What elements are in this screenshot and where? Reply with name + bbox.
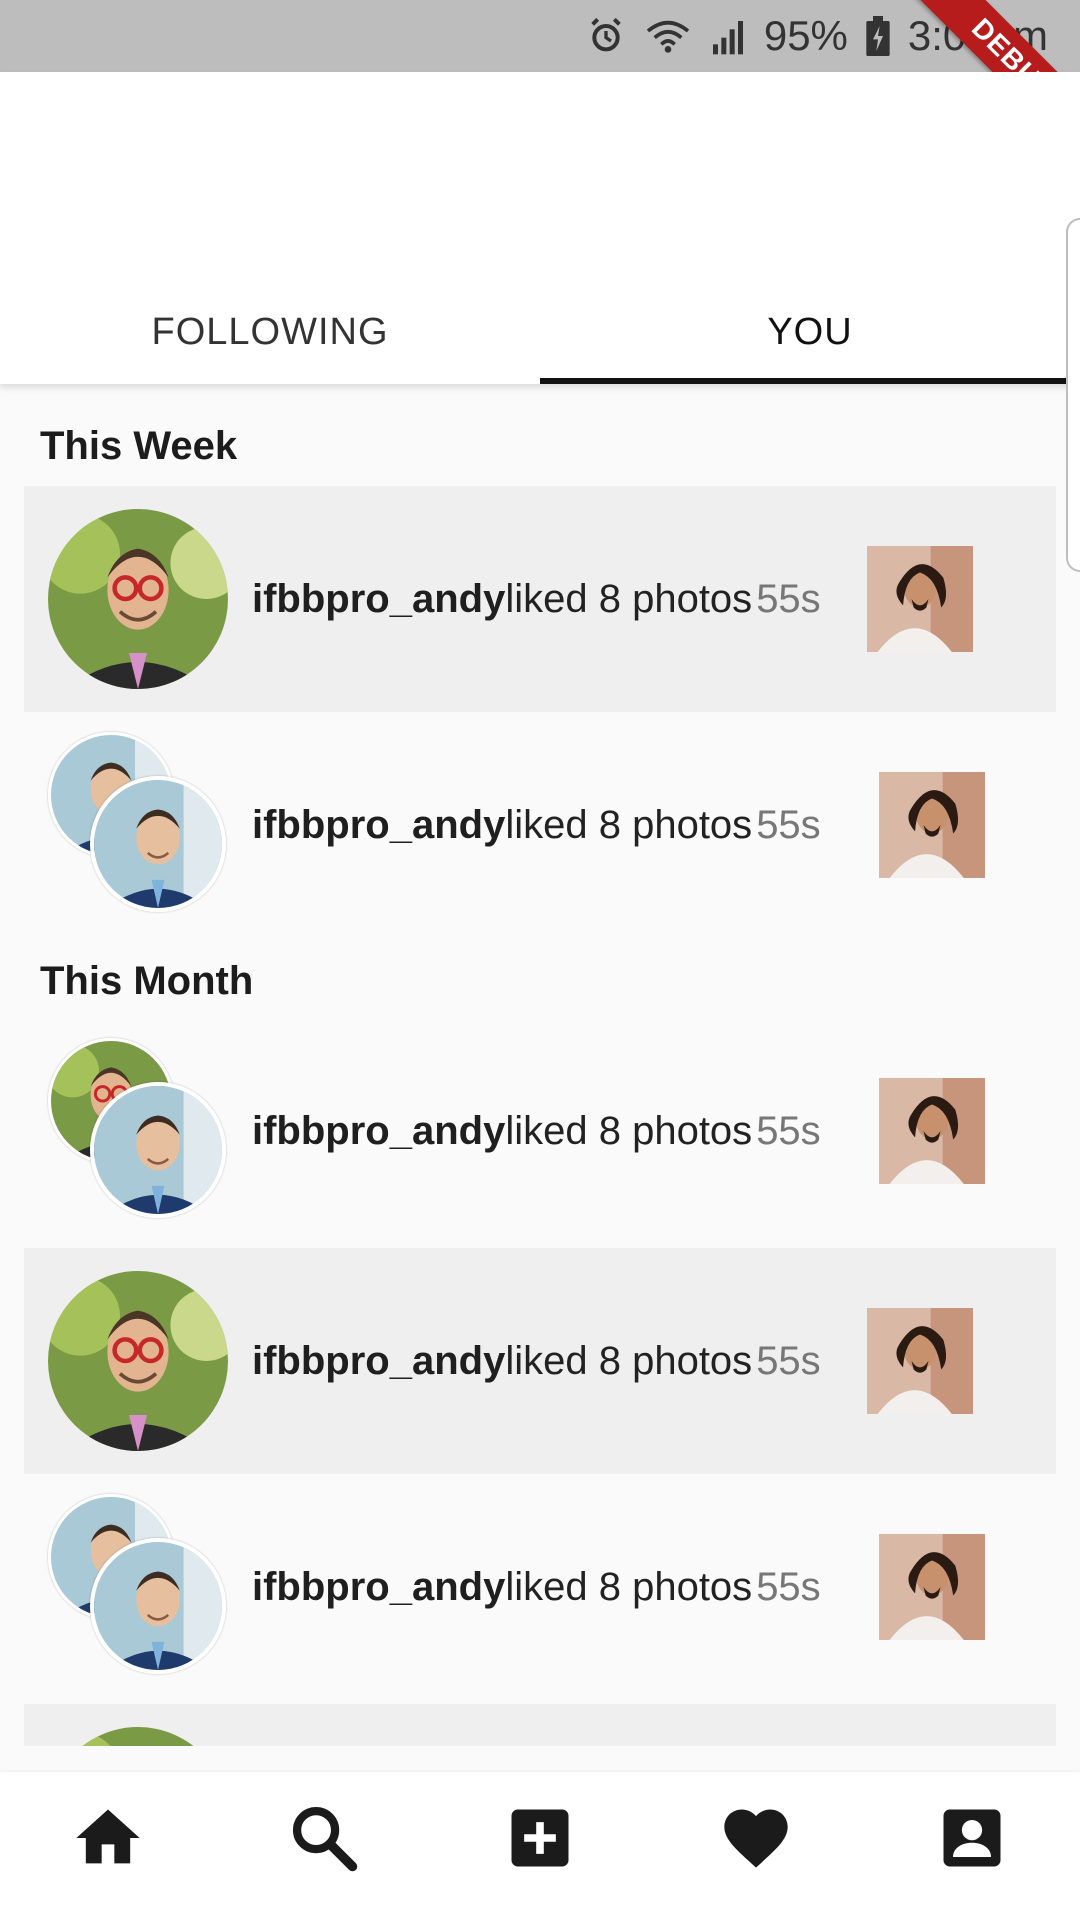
search-icon[interactable] [286,1800,362,1876]
notification-row[interactable]: ifbbpro_andy liked 8 photos 55s [24,712,1056,938]
notification-text: ifbbpro_andy liked 8 photos 55s [252,1248,821,1474]
avatar [90,776,226,912]
activity-feed[interactable]: This Week ifbbpro_andy liked 8 photos 55s [0,384,1080,1746]
notification-text: ifbbpro_andy liked 8 photos 55s [252,712,821,938]
photo-thumbnail[interactable] [879,772,985,878]
avatar[interactable] [48,509,228,689]
status-bar: 95% 3:04pm [0,0,1080,72]
photo-thumbnail[interactable] [867,1308,973,1414]
notification-row[interactable]: ifbbpro_andy liked 8 photos 55s [24,1248,1056,1474]
notification-username[interactable]: ifbbpro_andy [252,1109,505,1154]
notification-time: 55s [756,576,821,621]
notification-username[interactable]: ifbbpro_andy [252,803,505,848]
notification-username[interactable]: ifbbpro_andy [252,577,505,622]
notification-action: liked 8 photos [505,1338,753,1383]
avatar-stack[interactable] [48,1038,228,1218]
avatar [90,1082,226,1218]
wifi-icon [644,16,692,56]
avatar-stack[interactable] [48,1494,228,1674]
notification-text: ifbbpro_andy liked 8 photos 55s [252,486,821,712]
photo-thumbnail[interactable] [879,1534,985,1640]
app-header: FOLLOWING YOU [0,72,1080,384]
notification-action: liked 8 photos [505,576,753,621]
notification-row[interactable]: ifbbpro_andy liked 8 photos 55s [24,1018,1056,1244]
notification-row-partial[interactable] [24,1704,1056,1746]
home-icon[interactable] [70,1800,146,1876]
tab-you[interactable]: YOU [540,302,1080,384]
notification-row[interactable]: ifbbpro_andy liked 8 photos 55s [24,486,1056,712]
battery-percent: 95% [763,12,848,59]
notification-username[interactable]: ifbbpro_andy [252,1339,505,1384]
notification-time: 55s [756,802,821,847]
alarm-icon [586,16,626,56]
notification-time: 55s [756,1108,821,1153]
notification-text: ifbbpro_andy liked 8 photos 55s [252,1018,821,1244]
account-box-icon[interactable] [934,1800,1010,1876]
notification-time: 55s [756,1338,821,1383]
heart-icon[interactable] [718,1800,794,1876]
avatar [48,1727,228,1746]
battery-charging-icon [866,16,890,56]
notification-action: liked 8 photos [505,1108,753,1153]
photo-thumbnail[interactable] [879,1078,985,1184]
notification-time: 55s [756,1564,821,1609]
tab-bar: FOLLOWING YOU [0,302,1080,384]
tab-following[interactable]: FOLLOWING [0,302,540,384]
add-box-icon[interactable] [502,1800,578,1876]
notification-row[interactable]: ifbbpro_andy liked 8 photos 55s [24,1474,1056,1700]
notification-username[interactable]: ifbbpro_andy [252,1565,505,1610]
bottom-navigation [0,1772,1080,1920]
section-title-this-month: This Month [40,959,254,1003]
signal-icon [710,16,746,56]
avatar[interactable] [48,1271,228,1451]
avatar [90,1538,226,1674]
photo-thumbnail[interactable] [867,546,973,652]
notification-text: ifbbpro_andy liked 8 photos 55s [252,1474,821,1700]
notification-action: liked 8 photos [505,1564,753,1609]
section-title-this-week: This Week [40,424,238,468]
avatar-stack[interactable] [48,732,228,912]
notification-action: liked 8 photos [505,802,753,847]
